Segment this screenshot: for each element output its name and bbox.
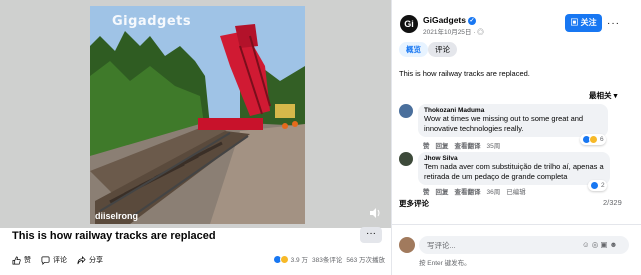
post-description: This is how railway tracks are replaced. xyxy=(399,69,530,78)
comment-actions: 赞 回复 查看翻译 35周 xyxy=(423,140,506,150)
share-button[interactable]: 分享 xyxy=(77,255,103,265)
commenter-avatar[interactable] xyxy=(399,152,413,166)
video-watermark-bottom: diiselrong xyxy=(95,211,139,221)
comment-text: Tem nada aver com substituição de trilho… xyxy=(424,162,604,181)
comment-age[interactable]: 35周 xyxy=(487,140,501,150)
comment-edited-label: 已编辑 xyxy=(506,189,526,196)
page-name[interactable]: GiGadgets ✓ xyxy=(423,15,476,25)
follow-label: 关注 xyxy=(580,18,597,27)
comment-translate-link[interactable]: 查看翻译 xyxy=(455,186,481,196)
post-viewer: Gigadgets diiselrong This is how railway… xyxy=(0,0,641,275)
more-comments-link[interactable]: 更多评论 xyxy=(399,198,429,209)
comment-icon xyxy=(41,256,50,265)
comment-count-link[interactable]: 383条评论 xyxy=(312,254,342,264)
comment-reply-link[interactable]: 回复 xyxy=(436,186,449,196)
comment-reaction-count: 6 xyxy=(600,136,604,143)
wow-reaction-icon xyxy=(279,254,289,264)
reaction-count[interactable]: 3.9 万 xyxy=(291,254,308,264)
panel-more-button[interactable]: ··· xyxy=(607,18,620,29)
comment-sort-dropdown[interactable]: 最相关 ▾ xyxy=(589,90,617,101)
comment-bubble: Jhow Silva Tem nada aver com substituiçã… xyxy=(418,152,610,185)
composer-tools[interactable]: ☺ ◎ ▣ ☻ xyxy=(582,240,617,249)
video-player[interactable] xyxy=(90,6,305,224)
thumbs-up-icon xyxy=(12,256,21,264)
comment-text: Wow at times we missing out to some grea… xyxy=(424,114,584,133)
comment-like-link[interactable]: 赞 xyxy=(423,186,430,196)
comment-like-link[interactable]: 赞 xyxy=(423,140,430,150)
post-side-panel: Gi GiGadgets ✓ 2021年10月25日 · ◎ ▣ 关注 ··· 概… xyxy=(391,0,641,275)
video-watermark-top: Gigadgets xyxy=(112,14,192,29)
wow-reaction-icon xyxy=(589,135,598,144)
comment-button[interactable]: 评论 xyxy=(41,255,67,265)
like-reaction-icon xyxy=(590,181,599,190)
comment-reply-link[interactable]: 回复 xyxy=(436,140,449,150)
page-avatar[interactable]: Gi xyxy=(400,15,418,33)
post-stats: 3.9 万 383条评论 563 万次播放 xyxy=(272,254,385,264)
verified-badge-icon: ✓ xyxy=(467,16,476,25)
composer-hint: 按 Enter 键发布。 xyxy=(419,260,471,267)
composer-divider xyxy=(392,224,641,225)
comment-translate-link[interactable]: 查看翻译 xyxy=(455,140,481,150)
post-date[interactable]: 2021年10月25日 · ◎ xyxy=(423,26,484,36)
comment-page-count: 2/329 xyxy=(603,198,622,207)
page-name-text[interactable]: GiGadgets xyxy=(423,15,466,25)
share-icon xyxy=(77,255,86,264)
video-frame-image xyxy=(90,6,305,224)
share-label: 分享 xyxy=(89,257,103,264)
comment-reactions[interactable]: 6 xyxy=(580,134,606,145)
user-avatar[interactable] xyxy=(399,237,415,253)
comment-label: 评论 xyxy=(53,257,67,264)
tab-comments[interactable]: 评论 xyxy=(428,42,457,57)
comment-actions: 赞 回复 查看翻译 36周 已编辑 xyxy=(423,186,532,196)
post-title: This is how railway tracks are replaced xyxy=(12,230,216,242)
comment-author[interactable]: Thokozani Maduma xyxy=(424,107,602,114)
comment-reactions[interactable]: 2 xyxy=(588,180,607,191)
video-area[interactable]: Gigadgets diiselrong xyxy=(0,0,391,228)
globe-icon: ◎ xyxy=(477,29,484,36)
follow-button[interactable]: ▣ 关注 xyxy=(565,14,602,32)
comment-age[interactable]: 36周 xyxy=(487,186,501,196)
post-more-button[interactable]: ··· xyxy=(360,227,382,243)
action-bar: 赞 评论 分享 xyxy=(12,253,113,267)
view-count: 563 万次播放 xyxy=(346,257,385,264)
commenter-avatar[interactable] xyxy=(399,104,413,118)
speaker-icon[interactable] xyxy=(369,207,381,219)
comment-reaction-count: 2 xyxy=(601,182,605,189)
follow-icon: ▣ xyxy=(570,18,581,27)
comment-bubble: Thokozani Maduma Wow at times we missing… xyxy=(418,104,608,137)
like-label: 赞 xyxy=(24,257,31,264)
tab-overview[interactable]: 概览 xyxy=(399,42,428,57)
post-date-text: 2021年10月25日 · xyxy=(423,29,478,36)
comment-author[interactable]: Jhow Silva xyxy=(424,155,604,162)
like-button[interactable]: 赞 xyxy=(12,255,31,265)
